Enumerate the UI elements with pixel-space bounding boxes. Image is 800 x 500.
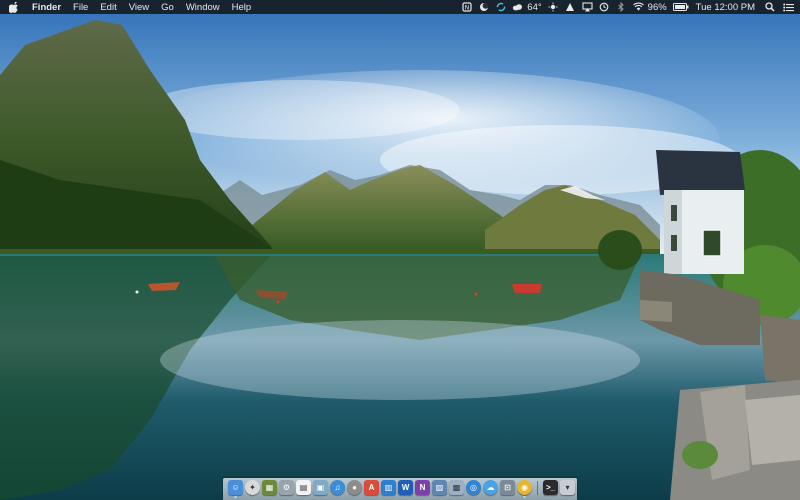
desktop-wallpaper	[0, 0, 800, 500]
wifi-icon[interactable]	[632, 2, 644, 13]
menu-go[interactable]: Go	[161, 2, 174, 13]
system-prefs-icon[interactable]: ⚙	[279, 480, 294, 495]
running-indicator	[523, 496, 526, 498]
menu-file[interactable]: File	[73, 2, 88, 13]
menu-clock[interactable]: Tue 12:00 PM	[696, 2, 755, 13]
sun-icon[interactable]	[548, 2, 559, 13]
cloud-weather-icon[interactable]	[512, 2, 523, 13]
running-indicator	[234, 496, 237, 498]
menu-window[interactable]: Window	[186, 2, 220, 13]
notification-center-icon[interactable]	[783, 2, 794, 13]
bluetooth-icon[interactable]	[616, 2, 627, 13]
image-capture-icon[interactable]: ▩	[449, 480, 464, 495]
safari-icon[interactable]: ◎	[466, 480, 481, 495]
terminal-icon[interactable]: >_	[543, 480, 558, 495]
finder-icon[interactable]: ☺	[228, 480, 243, 498]
itunes-icon[interactable]: ♫	[330, 480, 345, 495]
chat-icon[interactable]: ☁	[483, 480, 498, 495]
onenote-icon[interactable]: N	[415, 480, 430, 495]
sync-icon[interactable]	[495, 2, 506, 13]
moon-icon[interactable]	[478, 2, 489, 13]
search-icon[interactable]	[764, 2, 775, 13]
dock: ☺ ✦ ▦ ⚙ ▤ ▣ ♫ ● A ▥ W N ▨ ▩ ◎ ☁ ⊡ ◉ >_ ▾	[228, 479, 575, 498]
menu-view[interactable]: View	[129, 2, 149, 13]
trash-icon[interactable]: ▾	[560, 480, 575, 495]
screenshot-icon[interactable]: ⊡	[500, 480, 515, 495]
word-icon[interactable]: W	[398, 480, 413, 495]
photo-browser-icon[interactable]: ▦	[262, 480, 277, 495]
microphone-icon[interactable]: ●	[347, 480, 362, 495]
safari-compass-icon[interactable]: ✦	[245, 480, 260, 495]
airplay-icon[interactable]	[582, 2, 593, 13]
photos-icon[interactable]: ▣	[313, 480, 328, 495]
menu-help[interactable]: Help	[232, 2, 252, 13]
svg-text:N: N	[465, 5, 470, 12]
calculator-icon[interactable]: ▥	[381, 480, 396, 495]
time-machine-icon[interactable]	[599, 2, 610, 13]
chrome-icon[interactable]: ◉	[517, 480, 532, 498]
menu-finder[interactable]: Finder	[32, 2, 61, 13]
preview-icon[interactable]: ▨	[432, 480, 447, 495]
app-store-icon[interactable]: A	[364, 480, 379, 495]
dock-separator	[537, 480, 538, 495]
menu-edit[interactable]: Edit	[100, 2, 116, 13]
apple-menu-icon[interactable]	[8, 0, 20, 14]
weather-temperature: 64°	[527, 1, 542, 13]
notes-icon[interactable]: N	[461, 2, 472, 13]
menu-bar: Finder File Edit View Go Window Help N 6…	[0, 0, 800, 14]
calendar-icon[interactable]: ▤	[296, 480, 311, 495]
battery-icon[interactable]	[672, 2, 689, 13]
notification-icon[interactable]	[565, 2, 576, 13]
battery-percentage: 96%	[647, 1, 667, 13]
